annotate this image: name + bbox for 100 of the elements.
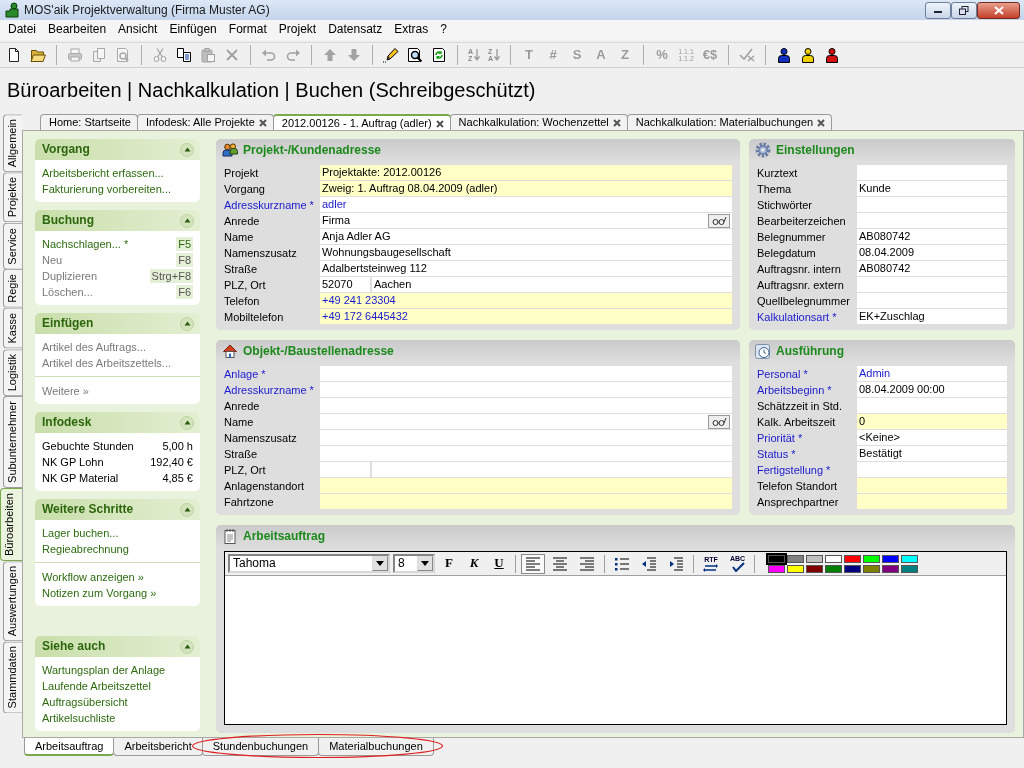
text-field[interactable] <box>857 165 1007 180</box>
text-field[interactable] <box>320 366 732 381</box>
menu-item[interactable]: Datei <box>2 20 42 40</box>
refresh-icon[interactable] <box>431 47 447 63</box>
close-icon[interactable] <box>612 119 621 127</box>
document-tab[interactable]: Home: Startseite <box>40 114 138 130</box>
text-field[interactable]: AB080742 <box>857 229 1007 244</box>
person-icon[interactable] <box>824 47 840 63</box>
collapse-button[interactable] <box>180 639 194 654</box>
document-tab[interactable]: Nachkalkulation: Wochenzettel <box>449 114 628 130</box>
task-link[interactable]: Artikelsuchliste <box>42 710 116 726</box>
color-swatch[interactable] <box>806 564 824 573</box>
task-link[interactable]: Fakturierung vorbereiten... <box>42 181 171 197</box>
menu-item[interactable]: Bearbeiten <box>42 20 113 40</box>
side-tab[interactable]: Büroarbeiten <box>0 487 22 561</box>
task-link[interactable]: Wartungsplan der Anlage <box>42 662 166 678</box>
color-swatch[interactable] <box>844 554 862 563</box>
bottom-tab[interactable]: Materialbuchungen <box>318 738 434 756</box>
task-link[interactable]: Lager buchen... <box>42 525 119 541</box>
side-tab[interactable]: Kasse <box>3 308 22 349</box>
menu-item[interactable]: Ansicht <box>112 20 164 40</box>
text-field[interactable]: Projektakte: 2012.00126 <box>320 165 732 180</box>
color-swatch[interactable] <box>844 564 862 573</box>
bold-button[interactable]: F <box>438 553 460 574</box>
text-field[interactable]: Zweig: 1. Auftrag 08.04.2009 (adler) <box>320 181 732 196</box>
copy-icon[interactable] <box>176 47 192 63</box>
color-swatch[interactable] <box>863 554 881 563</box>
search-icon[interactable] <box>407 47 423 63</box>
color-swatch[interactable] <box>787 554 805 563</box>
text-field[interactable]: AB080742 <box>857 261 1007 276</box>
task-link[interactable]: Arbeitsbericht erfassen... <box>42 165 164 181</box>
font-select[interactable]: Tahoma <box>228 554 390 573</box>
text-field[interactable]: adler <box>320 197 732 212</box>
close-icon[interactable] <box>258 119 267 127</box>
text-field[interactable] <box>857 462 1007 477</box>
color-swatch[interactable] <box>787 564 805 573</box>
zip-field[interactable] <box>320 462 370 477</box>
color-swatch[interactable] <box>825 564 843 573</box>
side-tab[interactable]: Projekte <box>3 172 22 223</box>
text-field[interactable]: <Keine> <box>857 430 1007 445</box>
side-tab[interactable]: Subunternehmer <box>3 396 22 488</box>
text-field[interactable] <box>320 478 732 493</box>
close-icon[interactable] <box>817 119 826 127</box>
bottom-tab[interactable]: Arbeitsauftrag <box>24 738 115 756</box>
text-field[interactable] <box>320 494 732 509</box>
color-swatch[interactable] <box>806 554 824 563</box>
collapse-button[interactable] <box>180 213 194 228</box>
side-tab[interactable]: Regie <box>3 269 22 309</box>
pencil-icon[interactable] <box>383 47 399 63</box>
document-tab[interactable]: 2012.00126 - 1. Auftrag (adler) <box>272 114 451 130</box>
lookup-field[interactable]: Firma <box>320 213 732 228</box>
color-swatch[interactable] <box>863 564 881 573</box>
task-link[interactable]: Nachschlagen... * <box>42 236 129 252</box>
side-tab[interactable]: Auswertungen <box>3 560 22 642</box>
color-swatch[interactable] <box>901 554 919 563</box>
color-swatch[interactable] <box>768 554 786 563</box>
lookup-button[interactable] <box>708 213 730 228</box>
minimize-button[interactable] <box>925 1 951 19</box>
side-tab[interactable]: Logistik <box>3 348 22 396</box>
task-link[interactable]: Regieabrechnung <box>42 541 129 557</box>
text-field[interactable] <box>857 494 1007 509</box>
menu-item[interactable]: Extras <box>388 20 435 40</box>
city-field[interactable] <box>372 462 732 477</box>
text-field[interactable]: 08.04.2009 00:00 <box>857 382 1007 397</box>
text-field[interactable] <box>320 430 732 445</box>
text-field[interactable] <box>320 382 732 397</box>
person-icon[interactable] <box>800 47 816 63</box>
text-field[interactable] <box>857 213 1007 228</box>
text-field[interactable] <box>857 197 1007 212</box>
document-tab[interactable]: Nachkalkulation: Materialbuchungen <box>626 114 833 130</box>
align-left-button[interactable] <box>521 553 545 574</box>
collapse-button[interactable] <box>180 415 194 430</box>
lookup-field[interactable] <box>320 414 732 429</box>
menu-item[interactable]: Projekt <box>272 20 323 40</box>
side-tab[interactable]: Stammdaten <box>3 641 22 714</box>
color-swatch[interactable] <box>825 554 843 563</box>
menu-item[interactable]: Format <box>222 20 273 40</box>
color-swatch[interactable] <box>882 564 900 573</box>
text-field[interactable]: Adalbertsteinweg 112 <box>320 261 732 276</box>
lookup-button[interactable] <box>708 414 730 429</box>
task-link[interactable]: Notizen zum Vorgang » <box>42 585 157 601</box>
text-field[interactable]: Anja Adler AG <box>320 229 732 244</box>
text-field[interactable] <box>857 293 1007 308</box>
text-field[interactable]: EK+Zuschlag <box>857 309 1007 324</box>
task-link[interactable]: Workflow anzeigen » <box>42 569 144 585</box>
menu-item[interactable]: Einfügen <box>163 20 223 40</box>
text-field[interactable] <box>857 478 1007 493</box>
text-field[interactable]: Kunde <box>857 181 1007 196</box>
collapse-button[interactable] <box>180 502 194 517</box>
size-select[interactable]: 8 <box>393 554 435 573</box>
text-field[interactable]: Wohnungsbaugesellschaft <box>320 245 732 260</box>
text-field[interactable] <box>857 398 1007 413</box>
text-field[interactable]: 08.04.2009 <box>857 245 1007 260</box>
collapse-button[interactable] <box>180 142 194 157</box>
text-field[interactable] <box>857 277 1007 292</box>
color-swatch[interactable] <box>882 554 900 563</box>
menu-item[interactable]: ? <box>434 20 453 40</box>
menu-item[interactable]: Datensatz <box>322 20 389 40</box>
text-field[interactable] <box>320 398 732 413</box>
open-folder-icon[interactable] <box>30 47 46 63</box>
